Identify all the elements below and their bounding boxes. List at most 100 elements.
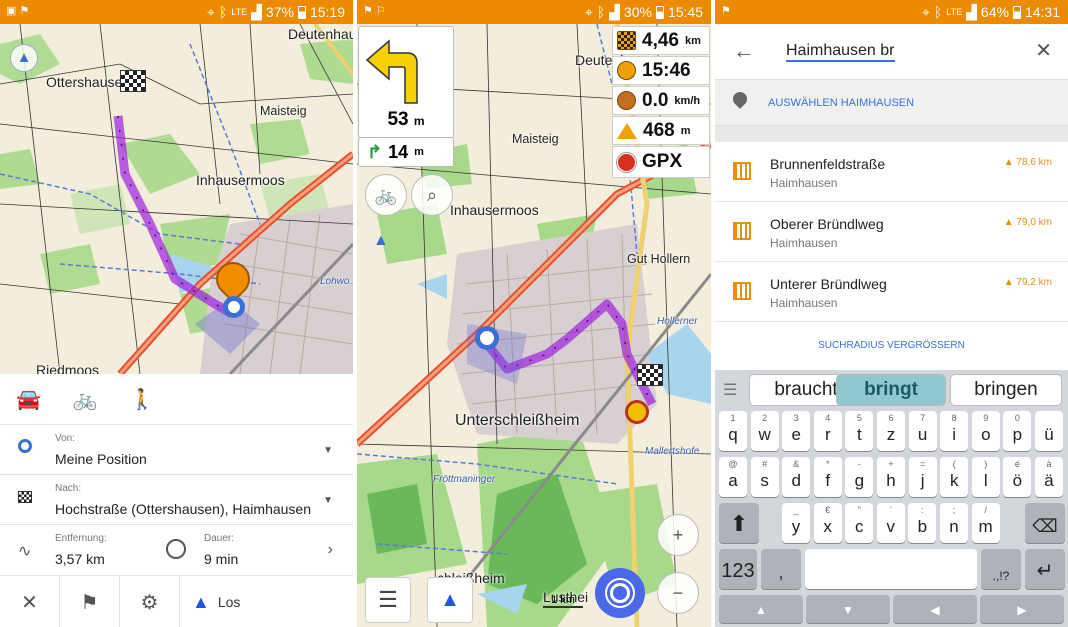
arrow-right-key[interactable]: ▶ xyxy=(980,595,1064,623)
distance-widget[interactable]: 4,46 km xyxy=(612,26,710,55)
backspace-key[interactable]: ⌫ xyxy=(1025,503,1065,543)
center-location-button[interactable] xyxy=(595,568,645,618)
key-secondary-char: 6 xyxy=(888,413,894,423)
keyboard-key[interactable]: -g xyxy=(845,457,874,497)
keyboard-key[interactable]: 9o xyxy=(971,411,1000,451)
arrow-up-key[interactable]: ▲ xyxy=(719,595,803,623)
key-secondary-char: 1 xyxy=(730,413,736,423)
zoom-in-button[interactable]: + xyxy=(657,514,699,556)
keyboard-key[interactable]: ' v xyxy=(876,503,905,543)
shift-key[interactable]: ⬆ xyxy=(719,503,759,543)
to-selector[interactable]: Nach: Hochstraße (Ottershausen), Haimhau… xyxy=(0,474,353,524)
keyboard-key[interactable]: = j xyxy=(908,457,937,497)
chevron-down-icon[interactable]: ▼ xyxy=(323,495,333,506)
keyboard-menu-icon[interactable]: ☰ xyxy=(723,380,737,400)
navigation-button[interactable]: ▲ xyxy=(427,577,473,623)
keyboard-key[interactable]: 5t xyxy=(845,411,874,451)
keyboard-key[interactable]: (k xyxy=(940,457,969,497)
comma-key[interactable]: , xyxy=(761,549,801,589)
select-city-suggestion[interactable]: AUSWÄHLEN HAIMHAUSEN xyxy=(715,80,1068,126)
chevron-down-icon[interactable]: ▼ xyxy=(323,445,333,456)
search-button[interactable]: ⌕ xyxy=(411,174,453,216)
close-icon[interactable]: ✕ xyxy=(1035,38,1052,63)
start-navigation-button[interactable]: ▲ Los xyxy=(180,576,353,627)
suggestion-candidate[interactable]: bringen xyxy=(950,374,1062,406)
keyboard-key[interactable]: € x xyxy=(813,503,842,543)
suggestion-candidate-selected[interactable]: bringt xyxy=(836,374,946,406)
arrival-time-widget[interactable]: 15:46 xyxy=(612,56,710,85)
keyboard-key[interactable]: / m xyxy=(971,503,1000,543)
waypoint-icon xyxy=(625,400,649,424)
search-result-item[interactable]: Unterer Bründlweg Haimhausen ▲ 79,2 km xyxy=(715,262,1068,322)
battery-percent: 37% xyxy=(265,4,294,20)
bicycle-mode-button[interactable]: 🚲 xyxy=(365,174,407,216)
keyboard-key[interactable]: _ y xyxy=(782,503,810,543)
keyboard-key[interactable]: 7u xyxy=(908,411,937,451)
zoom-out-button[interactable]: − xyxy=(657,572,699,614)
search-screen: ⚑ ⌖ ᛒ LTE ▟ 64% 14:31 ← Haimhausen br ✕ … xyxy=(715,0,1068,627)
keyboard-key[interactable]: 4r xyxy=(813,411,842,451)
back-arrow-icon[interactable]: ← xyxy=(733,38,755,64)
menu-button[interactable]: ☰ xyxy=(365,577,411,623)
keyboard-key[interactable]: 8i xyxy=(940,411,969,451)
enter-icon: ↵ xyxy=(1036,560,1054,582)
compass-icon[interactable]: ▲ xyxy=(10,44,38,72)
keyboard-key[interactable]: 2w xyxy=(750,411,779,451)
route-info-row[interactable]: ∿ Entfernung: 3,57 km Dauer: 9 min › xyxy=(0,524,353,575)
search-result-item[interactable]: Oberer Bründlweg Haimhausen ▲ 79,0 km xyxy=(715,202,1068,262)
space-key[interactable] xyxy=(805,549,977,589)
turn-distance: 53 xyxy=(387,109,409,130)
flag-icon[interactable]: ⚑ xyxy=(60,576,120,627)
key-char: t xyxy=(857,425,862,444)
numbers-key[interactable]: 123 xyxy=(719,549,757,589)
walk-icon[interactable]: 🚶 xyxy=(130,387,155,412)
gpx-record-widget[interactable]: GPX xyxy=(612,146,710,178)
key-secondary-char: = xyxy=(919,459,926,469)
distance-widget-value: 4,46 xyxy=(642,29,679,51)
keyboard-key[interactable]: éö xyxy=(1003,457,1032,497)
turn-instruction-panel[interactable]: 53 m xyxy=(358,26,454,138)
finish-flag-icon xyxy=(637,364,663,386)
keyboard-key[interactable]: 3e xyxy=(782,411,811,451)
enter-key[interactable]: ↵ xyxy=(1025,549,1065,589)
arrow-left-icon: ◀ xyxy=(930,603,940,617)
keyboard-key[interactable]: 1q xyxy=(719,411,747,451)
chevron-right-icon[interactable]: › xyxy=(328,541,333,559)
key-secondary-char: : xyxy=(921,505,924,515)
keyboard-key[interactable]: * f xyxy=(813,457,842,497)
keyboard-key[interactable]: 0p xyxy=(1003,411,1032,451)
search-bar: ← Haimhausen br ✕ xyxy=(715,24,1068,80)
speed-widget[interactable]: 0.0 km/h xyxy=(612,86,710,115)
search-result-item[interactable]: Brunnenfeldstraße Haimhausen ▲ 78,6 km xyxy=(715,142,1068,202)
route-planning-screen: ▣ ⚑ ⌖ ᛒ LTE ▟ 37% 15:19 Deutenhau Otters… xyxy=(0,0,353,627)
from-selector[interactable]: Von: Meine Position ▼ xyxy=(0,424,353,474)
turn-left-arrow-icon xyxy=(365,39,418,104)
increase-search-radius-button[interactable]: SUCHRADIUS VERGRÖSSERN xyxy=(715,322,1068,370)
keyboard-key[interactable]: :b xyxy=(908,503,937,543)
punctuation-key[interactable]: .,!? xyxy=(981,549,1021,589)
keyboard-key[interactable]: " c xyxy=(845,503,874,543)
my-location-icon xyxy=(475,326,499,350)
arrow-down-key[interactable]: ▼ xyxy=(806,595,890,623)
bicycle-icon[interactable]: 🚲 xyxy=(73,387,98,412)
keyboard-key[interactable]: ) l xyxy=(971,457,1000,497)
map-view[interactable]: Deutenhausen Ottershausen Maisteig Inhau… xyxy=(0,24,353,374)
keyboard-key[interactable]: # s xyxy=(750,457,779,497)
key-secondary-char: 3 xyxy=(793,413,799,423)
keyboard-key[interactable]: àä xyxy=(1035,457,1063,497)
next-turn-panel[interactable]: ↱ 14 m xyxy=(358,137,454,167)
altitude-widget[interactable]: 468 m xyxy=(612,116,710,145)
keyboard-key[interactable]: 6z xyxy=(877,411,905,451)
key-secondary-char: ; xyxy=(952,505,956,515)
keyboard-key[interactable]: ü xyxy=(1035,411,1063,451)
compass-icon[interactable]: ▲ xyxy=(373,232,389,250)
search-input[interactable]: Haimhausen br xyxy=(786,42,895,62)
close-icon[interactable]: ✕ xyxy=(0,576,60,627)
keyboard-key[interactable]: ; n xyxy=(940,503,968,543)
keyboard-key[interactable]: + h xyxy=(877,457,905,497)
keyboard-key[interactable]: @ a xyxy=(719,457,747,497)
arrow-left-key[interactable]: ◀ xyxy=(893,595,977,623)
car-icon[interactable]: 🚘 xyxy=(16,387,41,412)
keyboard-key[interactable]: & d xyxy=(782,457,811,497)
settings-icon[interactable]: ⚙ xyxy=(120,576,180,627)
